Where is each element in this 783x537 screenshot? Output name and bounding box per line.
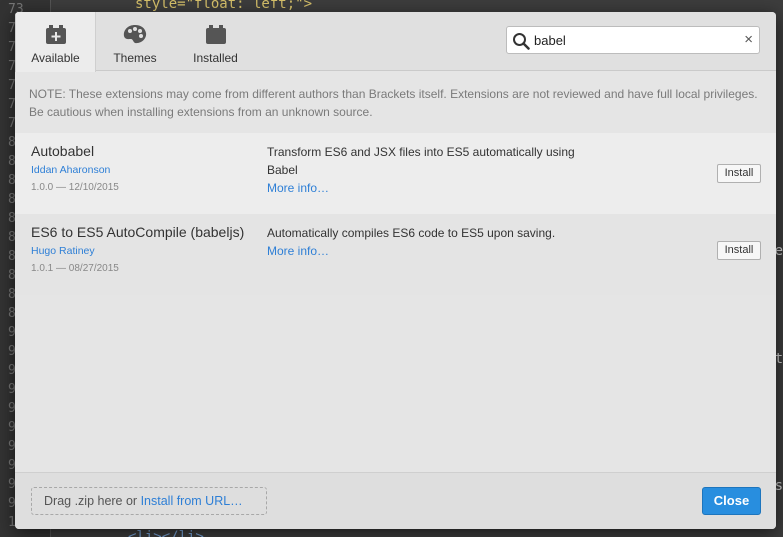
extension-author-link[interactable]: Hugo Ratiney — [31, 245, 95, 257]
extension-name: Autobabel — [31, 143, 95, 159]
tab-installed[interactable]: Installed — [174, 12, 257, 71]
drop-zone-text: Drag .zip here or — [44, 494, 141, 508]
description-text: Transform ES6 and JSX files into ES5 aut… — [267, 145, 575, 177]
more-info-link[interactable]: More info… — [267, 242, 597, 260]
tab-label: Installed — [193, 51, 238, 65]
extension-version-date: 1.0.0 — 12/10/2015 — [31, 182, 119, 193]
extension-description: Transform ES6 and JSX files into ES5 aut… — [267, 143, 597, 197]
install-button[interactable]: Install — [717, 241, 761, 260]
extension-author-link[interactable]: Iddan Aharonson — [31, 164, 110, 176]
clear-search-icon[interactable]: × — [744, 31, 753, 49]
search-field[interactable]: × — [506, 26, 760, 54]
extension-icon — [45, 25, 66, 44]
close-button[interactable]: Close — [702, 487, 761, 515]
tab-label: Available — [31, 51, 80, 65]
list-item: Autobabel Iddan Aharonson 1.0.0 — 12/10/… — [15, 133, 776, 214]
drop-zone[interactable]: Drag .zip here or Install from URL… — [31, 487, 267, 515]
extension-name: ES6 to ES5 AutoCompile (babeljs) — [31, 224, 245, 240]
tab-themes[interactable]: Themes — [96, 12, 174, 71]
install-button[interactable]: Install — [717, 164, 761, 183]
search-input[interactable] — [534, 30, 734, 50]
search-icon — [513, 33, 530, 50]
extension-manager-dialog: Available Themes Installed babel × NOTE:… — [15, 12, 776, 529]
palette-icon — [123, 25, 147, 44]
code-line-top: style="float: left;"> — [135, 0, 313, 12]
warning-note: NOTE: These extensions may come from dif… — [29, 87, 758, 119]
tab-available[interactable]: Available — [15, 12, 96, 72]
dialog-footer: Drag .zip here or Install from URL… Clos… — [15, 472, 776, 529]
more-info-link[interactable]: More info… — [267, 179, 597, 197]
briefcase-icon — [205, 25, 226, 44]
install-from-url-link[interactable]: Install from URL… — [141, 494, 243, 508]
tab-bar: Available Themes Installed babel × — [15, 12, 776, 72]
description-text: Automatically compiles ES6 code to ES5 u… — [267, 226, 556, 240]
extension-list: Autobabel Iddan Aharonson 1.0.0 — 12/10/… — [15, 133, 776, 295]
extension-description: Automatically compiles ES6 code to ES5 u… — [267, 224, 597, 260]
code-line-bottom: <li></li> — [128, 529, 204, 537]
list-item: ES6 to ES5 AutoCompile (babeljs) Hugo Ra… — [15, 214, 776, 295]
tab-label: Themes — [113, 51, 157, 65]
extension-version-date: 1.0.1 — 08/27/2015 — [31, 263, 119, 274]
